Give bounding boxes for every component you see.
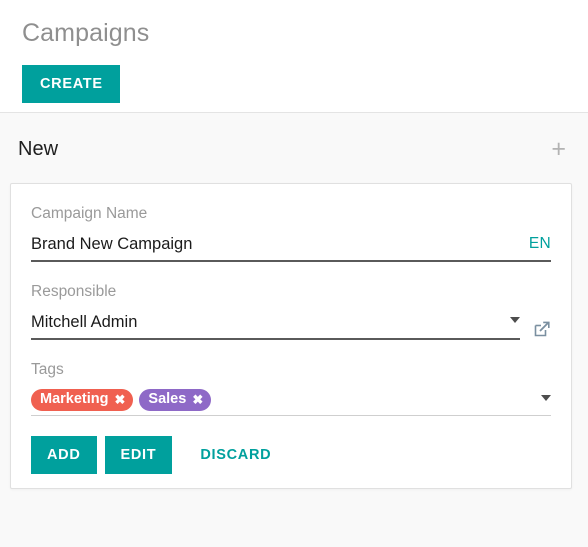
campaign-name-input[interactable] <box>31 233 521 254</box>
campaign-name-label: Campaign Name <box>31 205 148 222</box>
plus-icon[interactable]: + <box>551 137 568 162</box>
responsible-input[interactable] <box>31 311 502 332</box>
tag-list: Marketing ✖ Sales ✖ <box>31 388 533 411</box>
responsible-label: Responsible <box>31 283 117 300</box>
field-campaign-name: Campaign Name EN <box>31 204 551 262</box>
field-tags: Tags Marketing ✖ Sales ✖ <box>31 360 551 416</box>
tag-label: Sales <box>148 390 187 407</box>
tag-pill[interactable]: Marketing ✖ <box>31 388 134 411</box>
quick-create-footer: ADD EDIT DISCARD <box>31 434 551 474</box>
tag-label: Marketing <box>40 390 109 407</box>
create-button[interactable]: CREATE <box>22 65 120 103</box>
page-title: Campaigns <box>22 19 150 47</box>
kanban-column-title: New <box>18 138 59 160</box>
tag-remove-icon[interactable]: ✖ <box>192 391 203 408</box>
kanban-column-header-new: New + <box>0 113 588 183</box>
add-button[interactable]: ADD <box>31 436 97 474</box>
kanban-region: New + Campaign Name EN Responsible <box>0 112 588 547</box>
control-panel: Campaigns CREATE <box>0 0 588 112</box>
tags-label: Tags <box>31 361 64 378</box>
edit-button[interactable]: EDIT <box>104 436 173 474</box>
chevron-down-icon[interactable] <box>541 395 551 401</box>
language-badge[interactable]: EN <box>521 234 551 254</box>
field-responsible: Responsible <box>31 282 551 340</box>
discard-button[interactable]: DISCARD <box>188 436 283 474</box>
tag-remove-icon[interactable]: ✖ <box>115 391 126 408</box>
quick-create-card: Campaign Name EN Responsible <box>10 183 572 489</box>
tag-pill[interactable]: Sales ✖ <box>139 388 212 411</box>
chevron-down-icon[interactable] <box>510 317 520 323</box>
external-link-icon[interactable] <box>533 320 551 338</box>
